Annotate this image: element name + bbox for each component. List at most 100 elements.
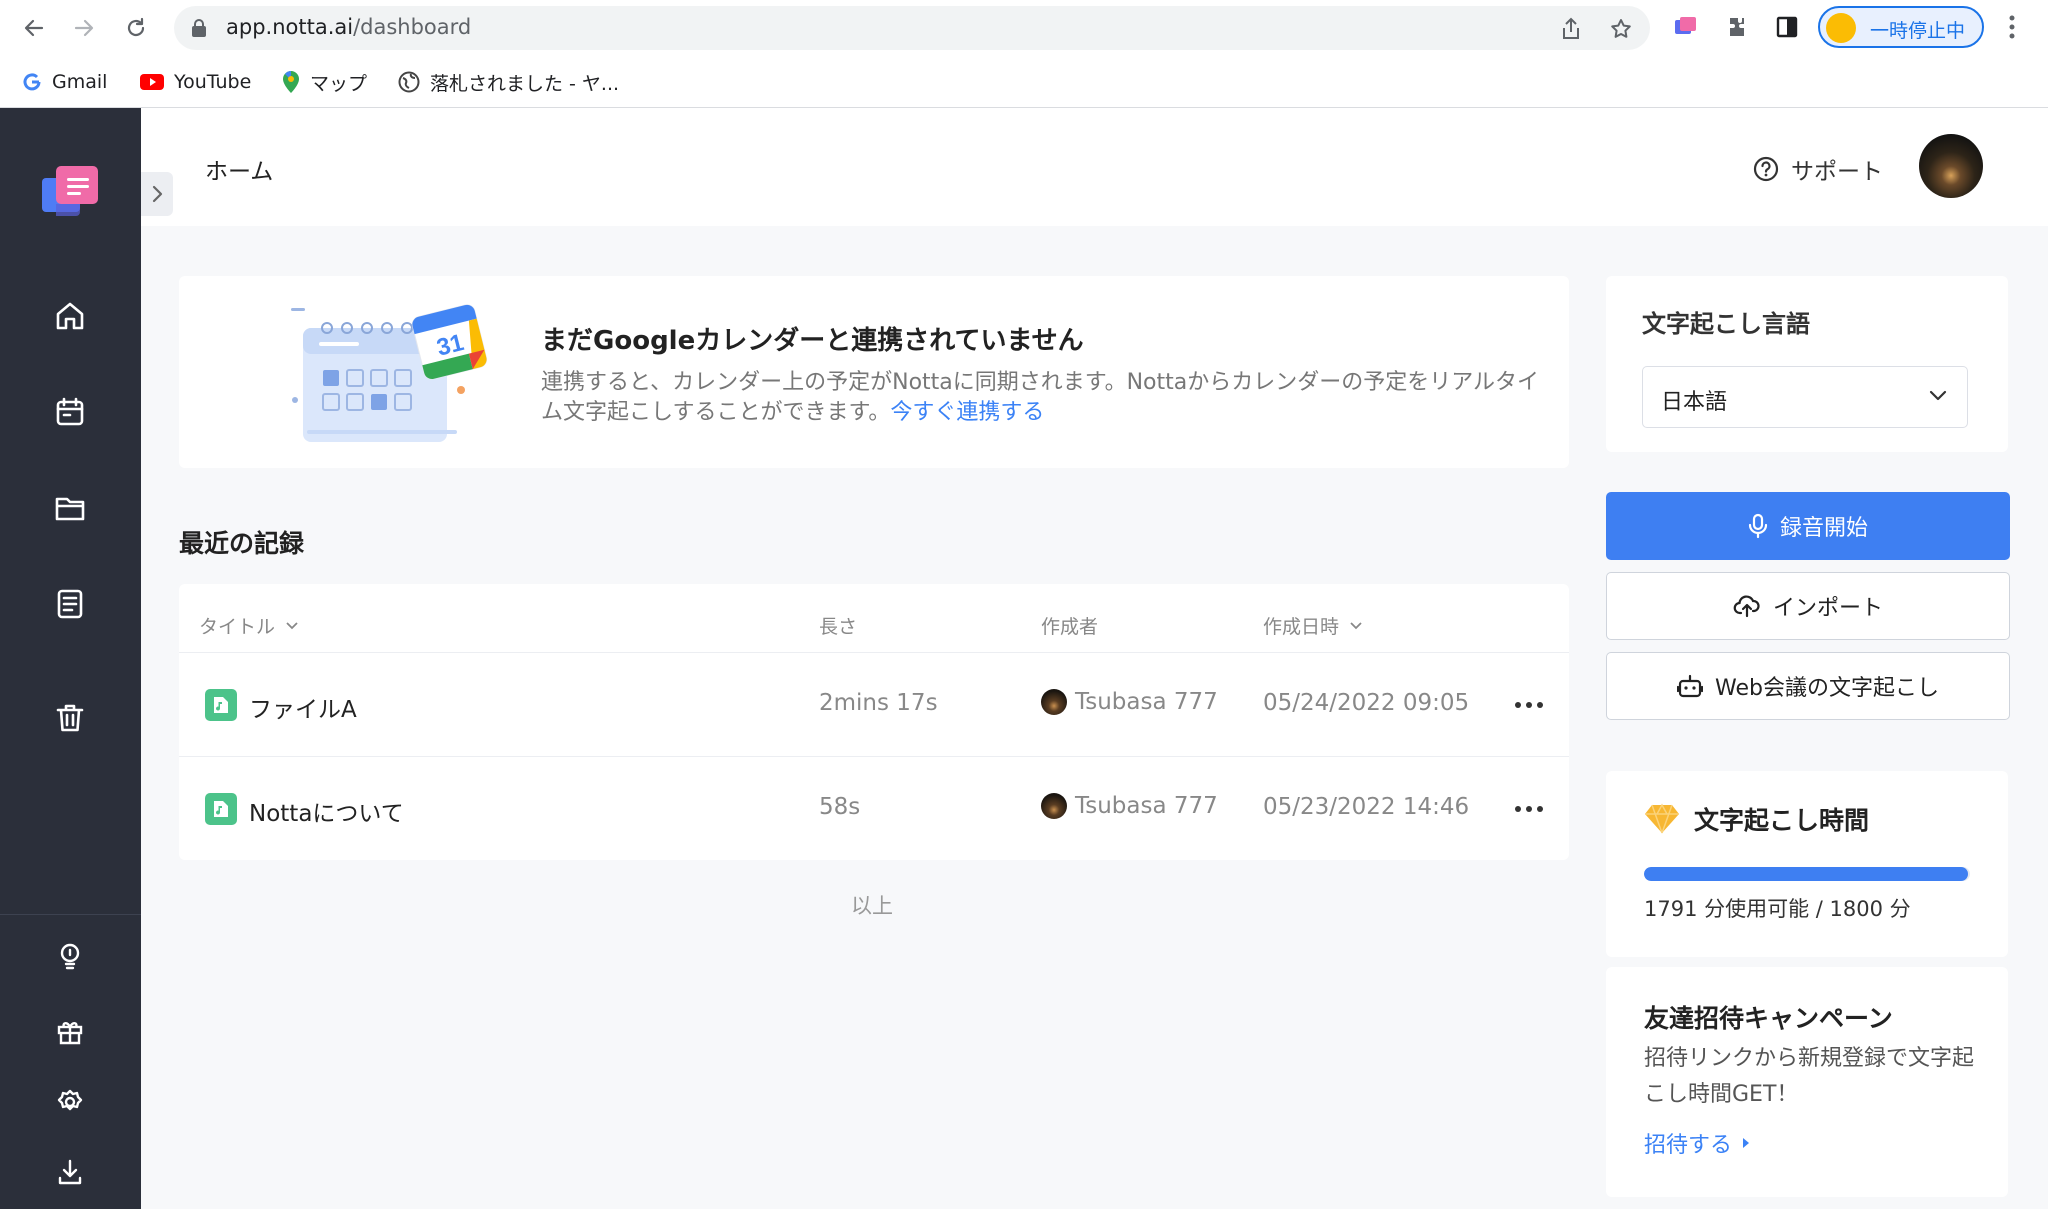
connect-calendar-link[interactable]: 今すぐ連携する [890,400,1044,425]
microphone-icon [1748,513,1768,539]
column-header-created[interactable]: 作成日時 [1263,612,1363,639]
column-label: タイトル [199,616,276,638]
sidebar-item-settings[interactable] [46,1078,94,1126]
column-label: 長さ [819,616,858,638]
invite-link[interactable]: 招待する [1644,1127,1750,1159]
address-bar[interactable]: app.notta.ai/dashboard [174,6,1650,50]
app-sidebar [0,108,141,1209]
author-name: Tsubasa 777 [1075,689,1218,715]
column-label: 作成者 [1041,616,1099,638]
list-end-label: 以上 [851,894,893,918]
support-link[interactable]: サポート [1753,152,1883,186]
sidebar-item-notes[interactable] [46,580,94,628]
more-dot [1537,806,1543,812]
transcription-time-card: 文字起こし時間 1791 分使用可能 / 1800 分 [1606,771,2008,957]
language-select[interactable]: 日本語 [1642,366,1968,428]
calendar-banner: 31 まだGoogleカレンダーと連携されていません 連携すると、カレンダー上の… [179,276,1569,468]
more-dot [1526,806,1532,812]
column-header-author: 作成者 [1041,612,1098,639]
share-icon[interactable] [1558,16,1584,42]
record-created: 05/24/2022 09:05 [1263,690,1470,716]
diamond-icon [1645,803,1679,834]
help-circle-icon [1753,156,1779,182]
more-dot [1526,702,1532,708]
youtube-icon [140,74,164,90]
notta-extension-icon[interactable] [1670,12,1700,42]
maps-icon [283,71,299,93]
import-button[interactable]: インポート [1606,572,2010,640]
invite-campaign-description: 招待リンクから新規登録で文字起こし時間GET！ [1644,1046,1975,1107]
puzzle-icon[interactable] [1722,12,1752,42]
trash-icon [56,704,84,732]
bookmark-yahoo[interactable]: 落札されました - ヤ... [398,68,619,96]
sidebar-item-download[interactable] [46,1148,94,1196]
reload-icon [127,17,145,37]
bookmark-label: マップ [310,72,368,95]
bookmark-label: Gmail [52,71,108,93]
browser-menu-button[interactable] [2000,12,2024,42]
calendar-banner-title: まだGoogleカレンダーと連携されていません [541,326,1084,356]
app-header: ホーム サポート [141,108,2048,226]
profile-status-label: 一時停止中 [1870,20,1966,42]
lightbulb-icon [60,943,80,970]
bookmark-label: 落札されました - ヤ... [430,72,620,95]
transcription-language-card: 文字起こし言語 日本語 [1606,276,2008,452]
sidebar-collapse-button[interactable] [141,172,173,216]
more-dot [1515,702,1521,708]
more-dot [1515,806,1521,812]
back-button[interactable] [16,10,52,46]
record-created: 05/23/2022 14:46 [1263,794,1470,820]
url-text: app.notta.ai/dashboard [226,15,472,39]
bookmark-maps[interactable]: マップ [282,68,367,96]
table-row[interactable]: Nottaについて 58s Tsubasa 777 05/23/2022 14:… [179,757,1569,861]
row-more-button[interactable] [1509,693,1549,717]
forward-button[interactable] [66,10,102,46]
sidebar-item-tips[interactable] [46,932,94,980]
profile-paused-button[interactable]: 一時停止中 [1818,6,1984,48]
calendar-banner-description: 連携すると、カレンダー上の予定がNottaに同期されます。Nottaからカレンダ… [541,368,1541,428]
web-meeting-transcription-button[interactable]: Web会議の文字起こし [1606,652,2010,720]
sidebar-item-folders[interactable] [46,484,94,532]
home-icon [56,302,84,330]
side-panel-icon[interactable] [1772,12,1802,42]
sidebar-item-home[interactable] [46,292,94,340]
record-title: Nottaについて [249,801,404,827]
record-length: 2mins 17s [819,690,938,716]
column-label: 作成日時 [1263,616,1340,638]
row-more-button[interactable] [1509,797,1549,821]
download-icon [58,1159,82,1185]
column-header-length: 長さ [819,612,857,639]
language-selected-value: 日本語 [1661,390,1728,415]
gear-icon [57,1089,83,1111]
audio-file-icon [205,793,237,825]
sidebar-item-calendar[interactable] [46,388,94,436]
table-row[interactable]: ファイルA 2mins 17s Tsubasa 777 05/24/2022 0… [179,653,1569,757]
record-title: ファイルA [249,697,357,723]
user-avatar[interactable] [1919,134,1983,198]
reload-button[interactable] [118,10,154,46]
transcription-time-progress [1644,867,1970,881]
sidebar-item-trash[interactable] [46,694,94,742]
audio-file-icon [205,689,237,721]
gmail-icon [23,73,41,91]
bookmark-label: YouTube [174,71,252,93]
transcription-time-header: 文字起こし時間 [1644,801,1869,837]
more-dot [1537,702,1543,708]
bookmark-star-icon[interactable] [1608,16,1634,42]
column-header-title[interactable]: タイトル [199,612,299,639]
chevron-down-icon [286,621,298,629]
start-recording-button[interactable]: 録音開始 [1606,492,2010,560]
bookmark-youtube[interactable]: YouTube [140,68,251,96]
chevron-down-icon [1929,390,1947,401]
main-content: 31 まだGoogleカレンダーと連携されていません 連携すると、カレンダー上の… [141,226,2048,1209]
profile-avatar [1826,13,1856,43]
invite-link-label: 招待する [1644,1133,1733,1158]
bookmark-gmail[interactable]: Gmail [22,68,107,96]
record-author: Tsubasa 777 [1041,793,1218,819]
calendar-illustration-icon: 31 [291,304,488,442]
sidebar-item-gift[interactable] [46,1008,94,1056]
invite-campaign-card: 友達招待キャンペーン 招待リンクから新規登録で文字起こし時間GET！ 招待する [1606,967,2008,1197]
record-length: 58s [819,794,861,820]
browser-chrome: app.notta.ai/dashboard 一時停止中 Gmail YouTu… [0,0,2048,108]
web-meeting-label: Web会議の文字起こし [1715,676,1939,701]
